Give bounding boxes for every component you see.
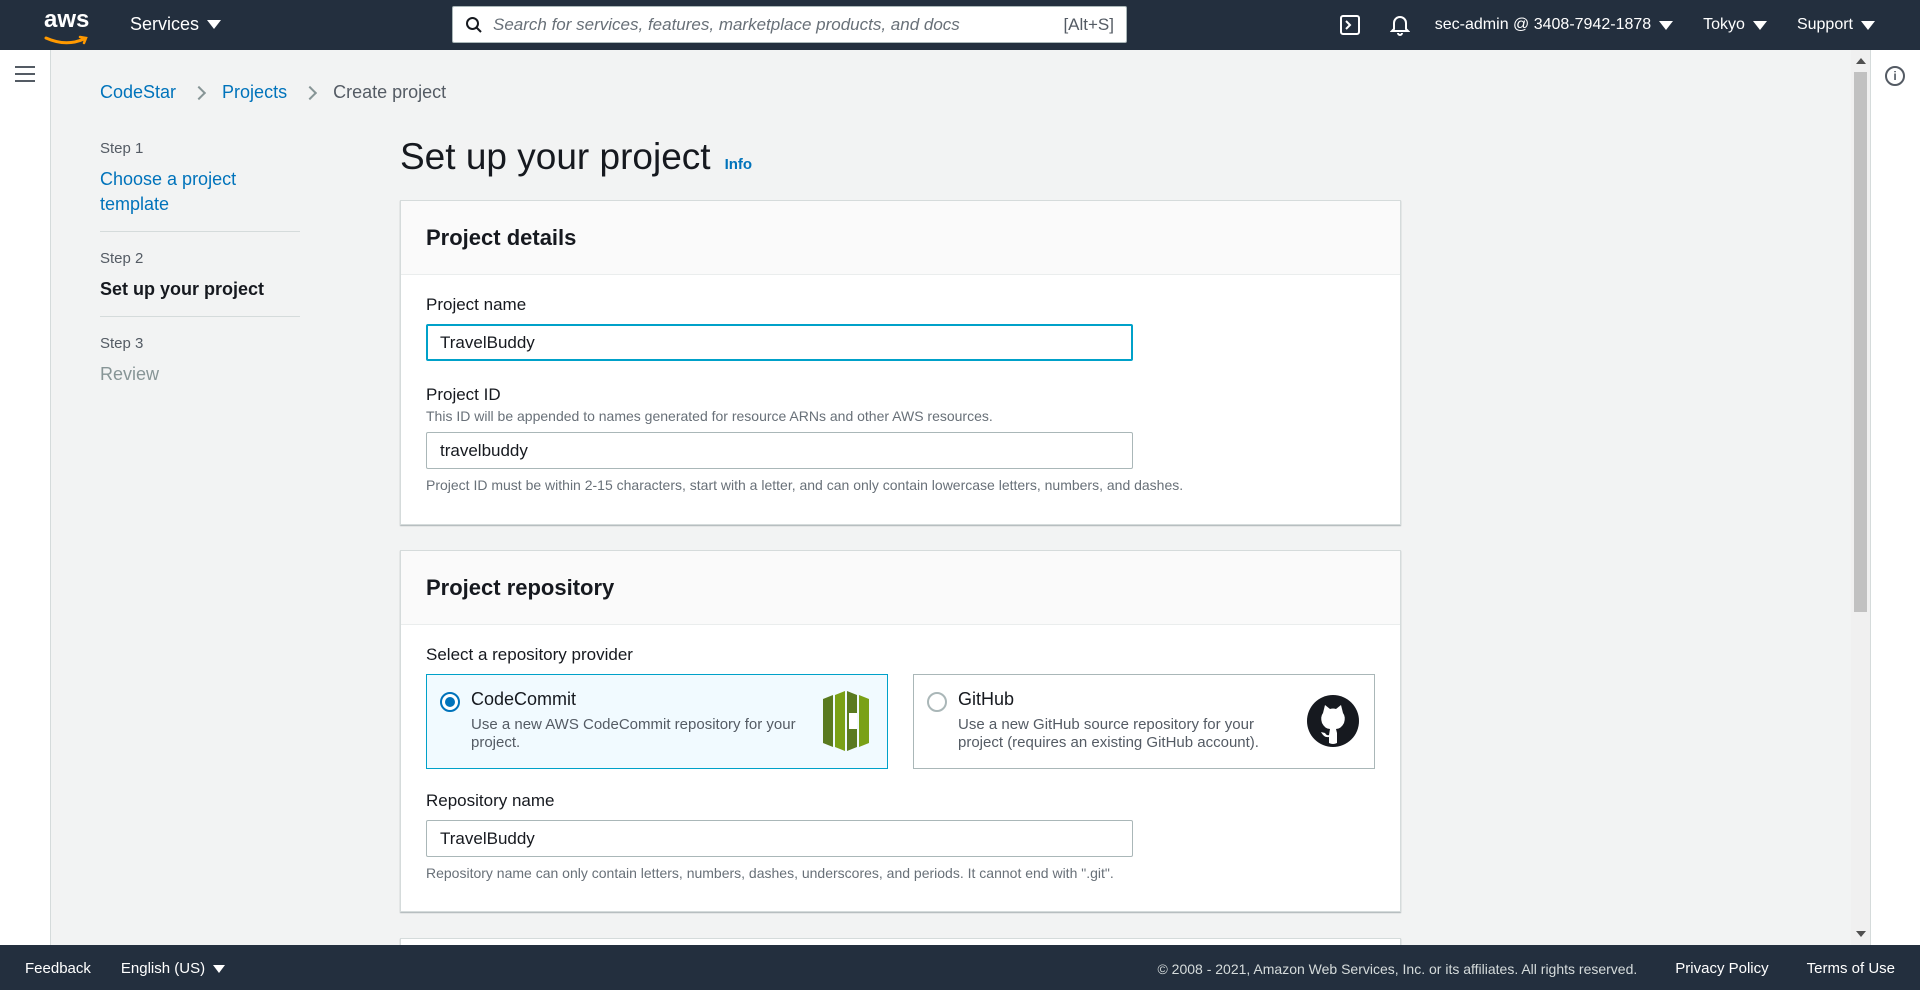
codecommit-icon	[823, 691, 869, 751]
search-shortcut: [Alt+S]	[1063, 14, 1114, 34]
tile-description: Use a new GitHub source repository for y…	[958, 716, 1259, 751]
wizard-step-1: Step 1 Choose a project template	[100, 140, 300, 232]
radio-button[interactable]	[927, 692, 947, 712]
project-repository-container: Project repository Select a repository p…	[400, 550, 1401, 912]
project-name-value: TravelBuddy	[440, 332, 535, 352]
console-footer: Feedback English (US) © 2008 - 2021, Ama…	[0, 945, 1920, 990]
tile-title: CodeCommit	[471, 689, 577, 709]
aws-logo-text: aws	[44, 6, 90, 33]
cloudshell-button[interactable]	[1339, 15, 1360, 35]
breadcrumb-projects[interactable]: Projects	[222, 82, 287, 103]
container-body: Select a repository provider CodeCommit …	[401, 625, 1400, 901]
right-tools-rail: i	[1870, 50, 1920, 945]
page-header: Set up your project Info	[400, 136, 752, 178]
tile-description: Use a new AWS CodeCommit repository for …	[471, 716, 796, 751]
repository-name-label: Repository name	[426, 791, 555, 810]
chevron-right-icon	[303, 85, 318, 100]
step-label-current: Set up your project	[100, 279, 265, 299]
container-header: Project repository	[401, 551, 1400, 625]
tile-title: GitHub	[958, 689, 1015, 709]
info-link[interactable]: Info	[725, 156, 753, 173]
support-label: Support	[1796, 16, 1853, 33]
wizard-step-2: Step 2 Set up your project	[100, 250, 300, 317]
radio-button-selected[interactable]	[440, 692, 460, 712]
provider-tile-codecommit[interactable]: CodeCommit Use a new AWS CodeCommit repo…	[426, 674, 888, 769]
scroll-up-icon[interactable]	[1856, 58, 1866, 64]
caret-down-icon	[213, 964, 226, 973]
search-placeholder: Search for services, features, marketpla…	[493, 14, 960, 34]
language-selector[interactable]: English (US)	[120, 960, 226, 977]
step-link-choose-template[interactable]: Choose a project template	[100, 167, 300, 217]
breadcrumb: CodeStar Projects Create project	[100, 82, 446, 103]
caret-down-icon	[1659, 20, 1674, 30]
support-menu[interactable]: Support	[1797, 16, 1875, 34]
footer-left: Feedback English (US)	[25, 960, 226, 977]
scroll-down-icon[interactable]	[1856, 931, 1866, 937]
caret-down-icon	[1861, 20, 1875, 30]
account-menu[interactable]: sec-admin @ 3408-7942-1878	[1434, 16, 1674, 34]
account-label: sec-admin @ 3408-7942-1878	[1434, 16, 1652, 33]
bell-icon	[1389, 16, 1410, 36]
page-scrollbar[interactable]	[1851, 50, 1870, 945]
project-name-input[interactable]: TravelBuddy	[426, 324, 1133, 361]
step-number: Step 2	[100, 250, 144, 267]
breadcrumb-current: Create project	[333, 82, 447, 102]
project-name-label: Project name	[426, 295, 527, 314]
scrollbar-thumb[interactable]	[1854, 72, 1867, 612]
wizard-step-3: Step 3 Review	[100, 335, 300, 401]
provider-tile-github[interactable]: GitHub Use a new GitHub source repositor…	[913, 674, 1375, 769]
project-id-description: This ID will be appended to names genera…	[426, 408, 993, 424]
privacy-policy-link[interactable]: Privacy Policy	[1675, 960, 1768, 977]
menu-icon[interactable]	[15, 66, 35, 82]
step-number: Step 1	[100, 140, 144, 157]
project-details-container: Project details Project name TravelBuddy…	[400, 200, 1401, 525]
project-id-value: travelbuddy	[440, 440, 528, 460]
project-id-input[interactable]: travelbuddy	[426, 432, 1133, 469]
top-navigation: aws Services Search for services, featur…	[0, 0, 1920, 50]
terms-of-use-link[interactable]: Terms of Use	[1807, 960, 1895, 977]
copyright-text: © 2008 - 2021, Amazon Web Services, Inc.…	[1157, 960, 1638, 977]
cloudshell-icon	[1339, 15, 1360, 35]
services-menu[interactable]: Services	[130, 14, 222, 35]
language-label: English (US)	[120, 960, 206, 977]
aws-smile-icon	[44, 35, 88, 45]
notifications-button[interactable]	[1389, 14, 1410, 36]
footer-right: © 2008 - 2021, Amazon Web Services, Inc.…	[1157, 960, 1895, 977]
caret-down-icon	[207, 20, 222, 29]
project-id-label: Project ID	[426, 385, 501, 404]
repository-name-input[interactable]: TravelBuddy	[426, 820, 1133, 857]
step-number: Step 3	[100, 335, 144, 352]
repository-provider-label: Select a repository provider	[426, 645, 633, 664]
chevron-right-icon	[191, 85, 207, 100]
repository-provider-tiles: CodeCommit Use a new AWS CodeCommit repo…	[426, 674, 1375, 769]
github-icon	[1307, 695, 1359, 747]
region-menu[interactable]: Tokyo	[1703, 16, 1767, 34]
step-label-review: Review	[100, 364, 160, 384]
aws-logo[interactable]: aws	[44, 6, 90, 45]
search-icon	[466, 16, 482, 33]
left-navigation-rail	[0, 50, 51, 945]
page-title: Set up your project	[400, 136, 711, 177]
repository-name-constraint: Repository name can only contain letters…	[426, 865, 1114, 881]
project-id-constraint: Project ID must be within 2-15 character…	[426, 477, 1184, 493]
nav-right: sec-admin @ 3408-7942-1878 Tokyo Support	[1339, 0, 1920, 50]
caret-down-icon	[1752, 20, 1767, 30]
container-body: Project name TravelBuddy Project ID This…	[401, 275, 1400, 513]
search-input[interactable]: Search for services, features, marketpla…	[452, 6, 1127, 43]
info-icon[interactable]: i	[1885, 66, 1905, 86]
feedback-link[interactable]: Feedback	[25, 960, 91, 977]
repository-name-value: TravelBuddy	[440, 828, 535, 848]
region-label: Tokyo	[1703, 16, 1745, 33]
breadcrumb-codestar[interactable]: CodeStar	[100, 82, 176, 103]
container-header: Project details	[401, 201, 1400, 275]
services-label: Services	[130, 14, 200, 34]
wizard-steps: Step 1 Choose a project template Step 2 …	[100, 140, 300, 419]
